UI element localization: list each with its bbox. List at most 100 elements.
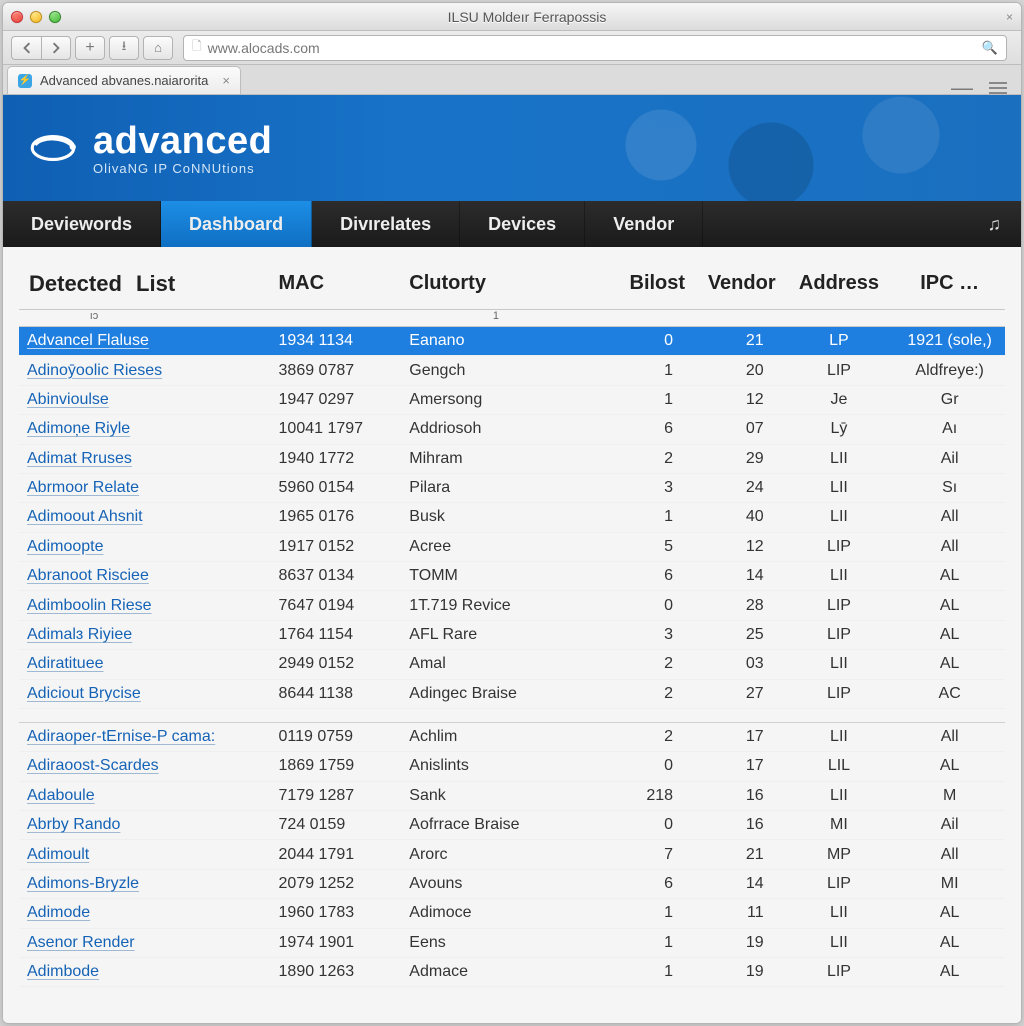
table-row[interactable]: Abrmoor Relate5960 0154Pilara324LIISı <box>19 473 1005 502</box>
cell-bilost: 0 <box>603 752 694 781</box>
table-row[interactable]: Abrby Rando724 0159Aofrrace Braise016MIA… <box>19 811 1005 840</box>
cell-clutory: Admace <box>401 957 602 986</box>
cell-name[interactable]: Asenor Render <box>19 928 271 957</box>
table-row[interactable]: Adaboule7179 1287Sank21816LIIM <box>19 781 1005 810</box>
cell-name[interactable]: Adiraopeɾ-tErnise-P cama: <box>19 722 271 751</box>
col-header-mac[interactable]: MAC <box>271 259 402 310</box>
cell-vendor: 16 <box>693 781 784 810</box>
search-icon[interactable]: 🔍 <box>982 40 998 56</box>
browser-toolbar: + ⭳ ⌂ 🗋 www.alocads.com 🔍 <box>3 31 1021 65</box>
home-button[interactable]: ⌂ <box>143 36 173 60</box>
cell-address: MI <box>784 811 895 840</box>
table-row[interactable]: Abranoot Risciee8637 0134TOMM614LIIAL <box>19 562 1005 591</box>
forward-button[interactable] <box>41 36 71 60</box>
cell-ipc: AL <box>894 957 1005 986</box>
table-row[interactable]: Adiraoost-Scardes1869 1759Anislints017LI… <box>19 752 1005 781</box>
tab-active[interactable]: Advanced abvanes.naiarorita × <box>7 66 241 94</box>
table-row[interactable]: Adimoout Ahsnit1965 0176Busk140LIIAll <box>19 503 1005 532</box>
address-bar[interactable]: 🗋 www.alocads.com 🔍 <box>183 35 1007 61</box>
table-row[interactable]: Adiciout Brycise8644 1138Adingec Braise2… <box>19 679 1005 708</box>
table-row[interactable]: Adimat Rruses1940 1772Mihram229LIIAil <box>19 444 1005 473</box>
cell-name[interactable]: Adimoout Ahsnit <box>19 503 271 532</box>
col-header-vendor[interactable]: Vendor <box>693 259 784 310</box>
cell-vendor: 19 <box>693 928 784 957</box>
cell-name[interactable]: Adimode <box>19 899 271 928</box>
cell-name[interactable]: Adiratituee <box>19 650 271 679</box>
cell-clutory: Amal <box>401 650 602 679</box>
cell-bilost: 2 <box>603 722 694 751</box>
cell-mac: 2079 1252 <box>271 869 402 898</box>
nav-item-dashboard[interactable]: Dashboard <box>161 201 312 247</box>
nav-item-vendor[interactable]: Vendor <box>585 201 703 247</box>
cell-name[interactable]: Adimboolin Riese <box>19 591 271 620</box>
cell-bilost: 6 <box>603 562 694 591</box>
col-header-bilost[interactable]: Bilost <box>603 259 694 310</box>
cell-clutory: AFL Rare <box>401 620 602 649</box>
cell-name[interactable]: Adinoȳoolic Rieses <box>19 356 271 385</box>
table-row[interactable]: Adinoȳoolic Rieses3869 0787Gengch120LIPA… <box>19 356 1005 385</box>
table-row[interactable]: Asenor Render1974 1901Eens119LIIAL <box>19 928 1005 957</box>
table-row[interactable]: Advancel Flaluse1934 1134Eanano021LP1921… <box>19 327 1005 356</box>
cell-name[interactable]: Adimoopte <box>19 532 271 561</box>
cell-name[interactable]: Adimoult <box>19 840 271 869</box>
nav-item-deviewords[interactable]: Deviewords <box>3 201 161 247</box>
cell-ipc: AL <box>894 562 1005 591</box>
table-row[interactable]: Adimboolin Riese7647 01941T.719 Revice02… <box>19 591 1005 620</box>
cell-name[interactable]: Adimalɜ Riyiee <box>19 620 271 649</box>
cell-address: LP <box>784 327 895 356</box>
nav-item-divırelates[interactable]: Divırelates <box>312 201 460 247</box>
table-row[interactable]: Adimoopte1917 0152Acree512LIPAll <box>19 532 1005 561</box>
downloads-button[interactable]: ⭳ <box>109 36 139 60</box>
cell-mac: 1917 0152 <box>271 532 402 561</box>
cell-ipc: AL <box>894 591 1005 620</box>
cell-address: Lȳ <box>784 415 895 444</box>
back-button[interactable] <box>11 36 41 60</box>
cell-vendor: 14 <box>693 562 784 591</box>
cell-vendor: 17 <box>693 722 784 751</box>
nav-item-devices[interactable]: Devices <box>460 201 585 247</box>
add-tab-button[interactable]: + <box>75 36 105 60</box>
col-header-address[interactable]: Address <box>784 259 895 310</box>
cell-bilost: 1 <box>603 928 694 957</box>
cell-name[interactable]: Abrby Rando <box>19 811 271 840</box>
table-row[interactable]: Adimalɜ Riyiee1764 1154AFL Rare325LIPAL <box>19 620 1005 649</box>
close-window-button[interactable] <box>11 11 23 23</box>
cell-name[interactable]: Abinvioulse <box>19 385 271 414</box>
table-row[interactable]: Adiratituee2949 0152Amal203LIIAL <box>19 650 1005 679</box>
cell-name[interactable]: Adimoņe Riyle <box>19 415 271 444</box>
nav-music-icon[interactable]: ♫ <box>968 201 1022 247</box>
cell-name[interactable]: Adimbode <box>19 957 271 986</box>
col-header-ipc[interactable]: IPC … <box>894 259 1005 310</box>
minimize-window-button[interactable] <box>30 11 42 23</box>
cell-clutory: Busk <box>401 503 602 532</box>
menu-button[interactable] <box>989 82 1007 94</box>
cell-bilost: 2 <box>603 444 694 473</box>
window-controls-right[interactable]: × <box>993 10 1013 24</box>
tab-close-button[interactable]: × <box>216 73 230 88</box>
url-text: www.alocads.com <box>208 40 976 56</box>
cell-name[interactable]: Abranoot Risciee <box>19 562 271 591</box>
table-row[interactable]: Adiraopeɾ-tErnise-P cama:0119 0759Achlim… <box>19 722 1005 751</box>
cell-name[interactable]: Adiraoost-Scardes <box>19 752 271 781</box>
cell-name[interactable]: Adimons-Bryzle <box>19 869 271 898</box>
cell-vendor: 07 <box>693 415 784 444</box>
table-row[interactable]: Adimbode1890 1263Admace119LIPAL <box>19 957 1005 986</box>
cell-name[interactable]: Adimat Rruses <box>19 444 271 473</box>
cell-name[interactable]: Abrmoor Relate <box>19 473 271 502</box>
table-row[interactable]: Adimons-Bryzle2079 1252Avouns614LIPMI <box>19 869 1005 898</box>
cell-mac: 724 0159 <box>271 811 402 840</box>
cell-clutory: Aofrrace Braise <box>401 811 602 840</box>
col-header-name[interactable]: Detected List <box>19 259 271 310</box>
download-icon: ⭳ <box>122 37 127 59</box>
cell-name[interactable]: Adaboule <box>19 781 271 810</box>
cell-vendor: 16 <box>693 811 784 840</box>
table-row[interactable]: Adimode1960 1783Adimoce111LIIAL <box>19 899 1005 928</box>
col-header-clutory[interactable]: Clutorty <box>401 259 602 310</box>
cell-name[interactable]: Adiciout Brycise <box>19 679 271 708</box>
cell-name[interactable]: Advancel Flaluse <box>19 327 271 356</box>
table-row[interactable]: Adimoņe Riyle10041 1797Addriosoh607LȳAı <box>19 415 1005 444</box>
table-row[interactable]: Adimoult2044 1791Arorc721MPAll <box>19 840 1005 869</box>
cell-clutory: 1T.719 Revice <box>401 591 602 620</box>
zoom-window-button[interactable] <box>49 11 61 23</box>
table-row[interactable]: Abinvioulse1947 0297Amersong112JeGr <box>19 385 1005 414</box>
